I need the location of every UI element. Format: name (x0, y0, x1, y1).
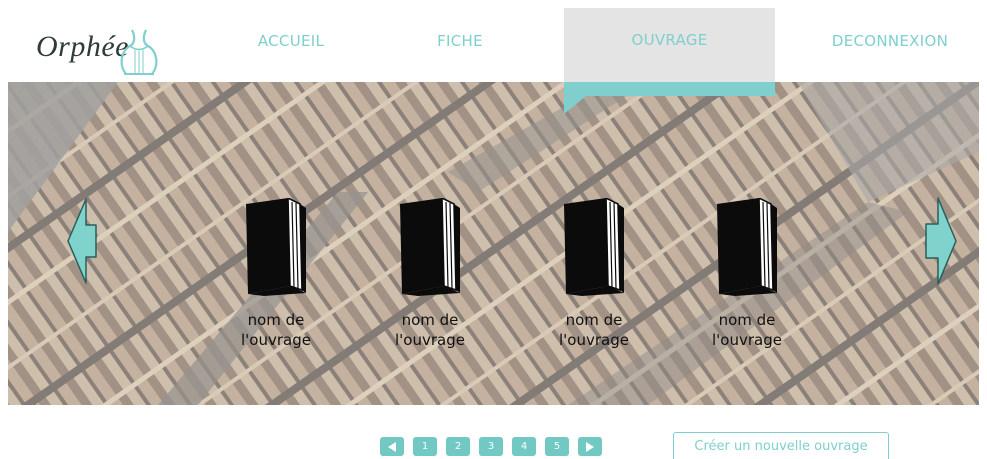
nav-accueil[interactable]: ACCUEIL (232, 0, 350, 82)
book-title: nom de l'ouvrage (712, 311, 782, 349)
book-icon (246, 198, 306, 296)
carousel-prev-arrow-icon[interactable] (66, 197, 98, 285)
book-icon (717, 198, 777, 296)
book-title: nom de l'ouvrage (241, 311, 311, 349)
page-1-button[interactable]: 1 (413, 437, 437, 456)
page-3-button[interactable]: 3 (479, 437, 503, 456)
create-ouvrage-button[interactable]: Créer un nouvelle ouvrage (673, 432, 889, 459)
page-4-button[interactable]: 4 (512, 437, 536, 456)
book-card[interactable]: nom de l'ouvrage (534, 198, 654, 350)
pagination: 1 2 3 4 5 (380, 437, 602, 456)
active-tab-pointer (564, 82, 775, 114)
book-icon (564, 198, 624, 296)
orphee-logo[interactable]: Orphée (36, 20, 166, 76)
lyre-icon (120, 29, 158, 75)
triangle-right-icon (586, 441, 594, 452)
book-card[interactable]: nom de l'ouvrage (370, 198, 490, 350)
nav-deconnexion[interactable]: DECONNEXION (810, 0, 970, 82)
pagination-next-button[interactable] (578, 437, 602, 456)
books-banner (8, 82, 979, 405)
page-2-button[interactable]: 2 (446, 437, 470, 456)
pagination-prev-button[interactable] (380, 437, 404, 456)
book-title: nom de l'ouvrage (559, 311, 629, 349)
book-icon (400, 198, 460, 296)
nav-ouvrage-active[interactable]: OUVRAGE (564, 8, 775, 82)
nav-fiche[interactable]: FICHE (405, 0, 515, 82)
book-title: nom de l'ouvrage (395, 311, 465, 349)
book-card[interactable]: nom de l'ouvrage (687, 198, 807, 350)
triangle-left-icon (388, 441, 396, 452)
book-card[interactable]: nom de l'ouvrage (216, 198, 336, 350)
page-5-button[interactable]: 5 (545, 437, 569, 456)
banner-overlay (8, 82, 979, 405)
carousel-next-arrow-icon[interactable] (924, 196, 958, 286)
